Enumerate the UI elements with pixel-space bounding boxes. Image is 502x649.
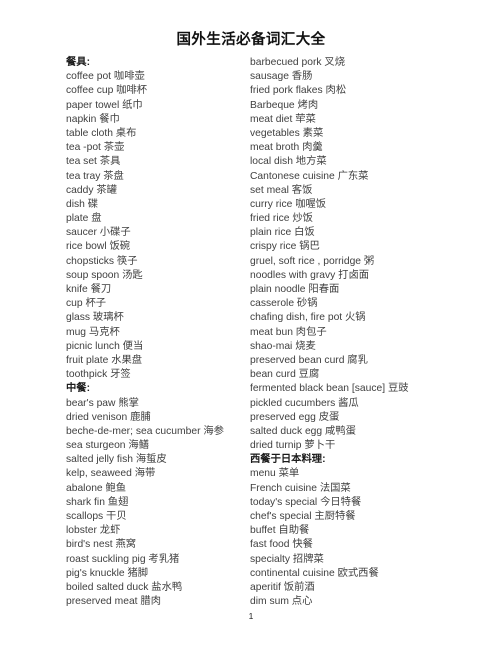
vocabulary-entry: fast food 快餐: [250, 539, 313, 551]
vocabulary-entry: vegetables 素菜: [250, 127, 324, 139]
vocabulary-entry: fried rice 炒饭: [250, 213, 313, 225]
vocabulary-entry: preserved bean curd 腐乳: [250, 354, 368, 366]
vocabulary-entry: casserole 砂锅: [250, 298, 318, 310]
vocabulary-entry: preserved egg 皮蛋: [250, 411, 340, 423]
vocabulary-entry: chopsticks 筷子: [66, 255, 138, 267]
vocabulary-entry: fermented black bean [sauce] 豆豉: [250, 383, 409, 395]
vocabulary-entry: kelp, seaweed 海带: [66, 468, 156, 480]
vocabulary-entry: coffee cup 咖啡杯: [66, 85, 148, 97]
vocabulary-entry: continental cuisine 欧式西餐: [250, 567, 379, 579]
vocabulary-entry: plain rice 白饭: [250, 227, 315, 239]
vocabulary-entry: meat bun 肉包子: [250, 326, 327, 338]
vocabulary-entry: specialty 招牌菜: [250, 553, 324, 565]
vocabulary-entry: pig's knuckle 猪脚: [66, 567, 149, 579]
vocabulary-entry: dish 碟: [66, 198, 99, 210]
vocabulary-entry: caddy 茶罐: [66, 184, 117, 196]
vocabulary-entry: Barbeque 烤肉: [250, 99, 319, 111]
vocabulary-entry: napkin 餐巾: [66, 113, 120, 125]
document-page: 国外生活必备词汇大全 餐具: coffee pot 咖啡壶 coffee cup 咖…: [0, 0, 502, 649]
vocabulary-entry: chef's special 主厨特餐: [250, 511, 356, 522]
vocabulary-entry: tea -pot 茶壶: [66, 142, 125, 154]
vocabulary-entry: plain noodle 阳春面: [250, 284, 340, 295]
vocabulary-entry: shao-mai 烧麦: [250, 340, 316, 352]
vocabulary-entry: picnic lunch 便当: [66, 340, 144, 352]
vocabulary-entry: set meal 客饭: [250, 184, 313, 196]
vocabulary-entry: curry rice 咖喔饭: [250, 198, 327, 210]
vocabulary-entry: rice bowl 饭碗: [66, 241, 131, 253]
vocabulary-entry: Cantonese cuisine 广东菜: [250, 170, 369, 182]
vocabulary-entry: meat diet 荦菜: [250, 113, 316, 125]
vocabulary-entry: knife 餐刀: [66, 284, 112, 295]
vocabulary-entry: dried venison 鹿脯: [66, 411, 151, 423]
page-number: 1: [248, 611, 254, 621]
vocabulary-entry: barbecued pork 叉烧: [250, 57, 346, 68]
right-column: barbecued pork 叉烧 sausage 香肠 fried pork fl…: [250, 56, 446, 609]
vocabulary-entry: local dish 地方菜: [250, 156, 327, 168]
vocabulary-entry: tea tray 茶盘: [66, 170, 124, 182]
vocabulary-entry: fried pork flakes 肉松: [250, 85, 347, 97]
vocabulary-entry: paper towel 纸巾: [66, 99, 143, 111]
vocabulary-entry: boiled salted duck 盐水鸭: [66, 581, 183, 593]
vocabulary-entry: preserved meat 腊肉: [66, 596, 161, 608]
vocabulary-entry: French cuisine 法国菜: [250, 482, 351, 494]
vocabulary-entry: sea sturgeon 海鳝: [66, 440, 149, 452]
page-title: 国外生活必备词汇大全: [176, 32, 326, 48]
vocabulary-entry: bean curd 豆腐: [250, 369, 320, 381]
vocabulary-entry: pickled cucumbers 酱瓜: [250, 397, 359, 409]
vocabulary-entry: bear's paw 熊掌: [66, 397, 139, 409]
vocabulary-entry: sausage 香肠: [250, 71, 313, 83]
vocabulary-entry: today's special 今日特餐: [250, 496, 362, 508]
section-heading: 西餐于日本料理:: [250, 454, 326, 466]
vocabulary-entry: lobster 龙虾: [66, 525, 121, 537]
vocabulary-entry: soup spoon 汤匙: [66, 269, 143, 281]
vocabulary-entry: chafing dish, fire pot 火锅: [250, 312, 366, 324]
vocabulary-entry: menu 菜单: [250, 468, 300, 480]
vocabulary-entry: tea set 茶具: [66, 156, 121, 168]
vocabulary-entry: noodles with gravy 打卤面: [250, 269, 370, 281]
section-heading: 餐具:: [66, 57, 91, 68]
vocabulary-entry: salted jelly fish 海蜇皮: [66, 454, 167, 466]
vocabulary-entry: beche-de-mer; sea cucumber 海参: [66, 425, 224, 437]
vocabulary-entry: roast suckling pig 考乳猪: [66, 553, 180, 565]
vocabulary-entry: glass 玻璃杯: [66, 312, 124, 324]
vocabulary-entry: saucer 小碟子: [66, 227, 131, 239]
left-column: 餐具: coffee pot 咖啡壶 coffee cup 咖啡杯 paper tow…: [66, 56, 250, 609]
vocabulary-entry: crispy rice 锅巴: [250, 241, 320, 253]
vocabulary-entry: cup 杯子: [66, 298, 107, 310]
vocabulary-entry: dim sum 点心: [250, 596, 313, 608]
vocabulary-entry: plate 盘: [66, 213, 102, 225]
vocabulary-entry: coffee pot 咖啡壶: [66, 71, 145, 83]
section-heading: 中餐:: [66, 383, 91, 395]
vocabulary-entry: scallops 干贝: [66, 511, 127, 522]
vocabulary-entry: bird's nest 燕窝: [66, 539, 137, 551]
vocabulary-entry: salted duck egg 咸鸭蛋: [250, 425, 356, 437]
vocabulary-columns: 餐具: coffee pot 咖啡壶 coffee cup 咖啡杯 paper tow…: [66, 56, 446, 609]
vocabulary-entry: buffet 自助餐: [250, 525, 310, 537]
vocabulary-entry: table cloth 桌布: [66, 127, 137, 139]
vocabulary-entry: fruit plate 水果盘: [66, 354, 143, 366]
vocabulary-entry: mug 马克杯: [66, 326, 120, 338]
vocabulary-entry: abalone 鲍鱼: [66, 482, 127, 494]
vocabulary-entry: meat broth 肉羹: [250, 142, 323, 154]
vocabulary-entry: gruel, soft rice , porridge 粥: [250, 255, 375, 267]
vocabulary-entry: shark fin 鱼翅: [66, 496, 129, 508]
vocabulary-entry: aperitif 饭前酒: [250, 581, 315, 593]
vocabulary-entry: dried turnip 萝卜干: [250, 440, 336, 452]
vocabulary-entry: toothpick 牙签: [66, 369, 131, 381]
